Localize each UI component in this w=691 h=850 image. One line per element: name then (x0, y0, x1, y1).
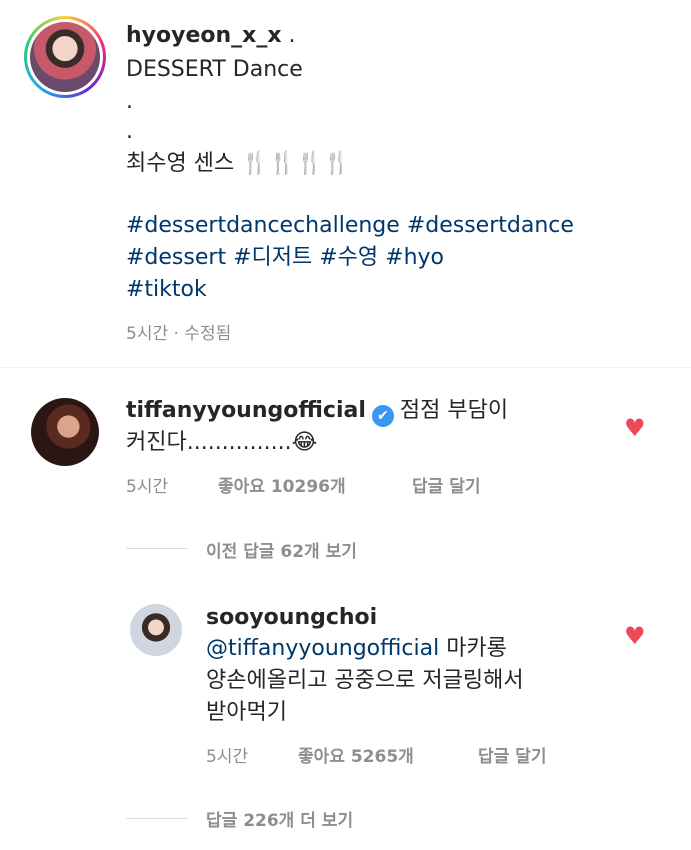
hashtag-link[interactable]: #디저트 (233, 245, 312, 270)
post-author-username[interactable]: hyoyeon_x_x (126, 23, 282, 48)
commenter-username[interactable]: tiffanyyoungofficial (126, 398, 366, 423)
heart-icon[interactable]: ♥ (624, 414, 646, 442)
reply-text: 마카롱 (439, 636, 507, 661)
replies-line (126, 818, 188, 819)
reply-time: 5시간 (206, 747, 249, 767)
avatar-image (30, 22, 100, 92)
post-author-avatar[interactable] (24, 16, 106, 98)
caption-line: 최수영 센스 🍴🍴🍴🍴 (126, 151, 351, 176)
post-timestamp: 5시간 · 수정됨 (126, 324, 232, 344)
hashtag-line: #tiktok (126, 274, 207, 306)
hashtag-line: #dessert #디저트 #수영 #hyo (126, 242, 444, 274)
hashtag-line: #dessertdancechallenge #dessertdance (126, 210, 574, 242)
comment-reply-button[interactable]: 답글 달기 (412, 472, 480, 497)
section-divider (0, 367, 691, 368)
hashtag-link[interactable]: #수영 (319, 245, 378, 270)
hashtag-link[interactable]: #dessertdance (407, 213, 574, 238)
reply-text: 양손에올리고 공중으로 저글링해서 (206, 668, 524, 693)
post-header-line: hyoyeon_x_x . (126, 20, 296, 52)
caption-trailing-dot: . (281, 23, 296, 48)
mention-link[interactable]: @tiffanyyoungofficial (206, 636, 439, 661)
caption-dot: . (126, 119, 133, 144)
reply-text: 받아먹기 (206, 700, 287, 725)
heart-icon[interactable]: ♥ (624, 622, 646, 650)
hashtag-link[interactable]: #hyo (385, 245, 444, 270)
commenter-avatar[interactable] (31, 398, 99, 466)
replies-line (126, 548, 188, 549)
caption-line: DESSERT Dance (126, 57, 303, 82)
comment-text: 점점 부담이 (399, 398, 509, 423)
replier-avatar[interactable] (130, 604, 182, 656)
verified-badge-icon: ✔ (371, 405, 394, 427)
comment-time: 5시간 (126, 477, 169, 497)
comment-body: tiffanyyoungofficial ✔ 점점 부담이 (126, 395, 606, 428)
reply-likes-link[interactable]: 좋아요 5265개 (298, 742, 414, 767)
comment-likes-link[interactable]: 좋아요 10296개 (218, 472, 346, 497)
comment-text: 커진다...............😂 (126, 430, 318, 455)
replier-username[interactable]: sooyoungchoi (206, 605, 377, 630)
hashtag-link[interactable]: #dessertdancechallenge (126, 213, 400, 238)
reply-text-line: @tiffanyyoungofficial 마카롱 (206, 633, 507, 665)
hashtag-link[interactable]: #tiktok (126, 277, 207, 302)
hashtag-link[interactable]: #dessert (126, 245, 226, 270)
view-more-replies[interactable]: 답글 226개 더 보기 (206, 806, 353, 831)
caption-dot: . (126, 89, 133, 114)
view-previous-replies[interactable]: 이전 답글 62개 보기 (206, 537, 357, 562)
comment-meta: 5시간 (126, 472, 168, 497)
reply-reply-button[interactable]: 답글 달기 (478, 742, 546, 767)
